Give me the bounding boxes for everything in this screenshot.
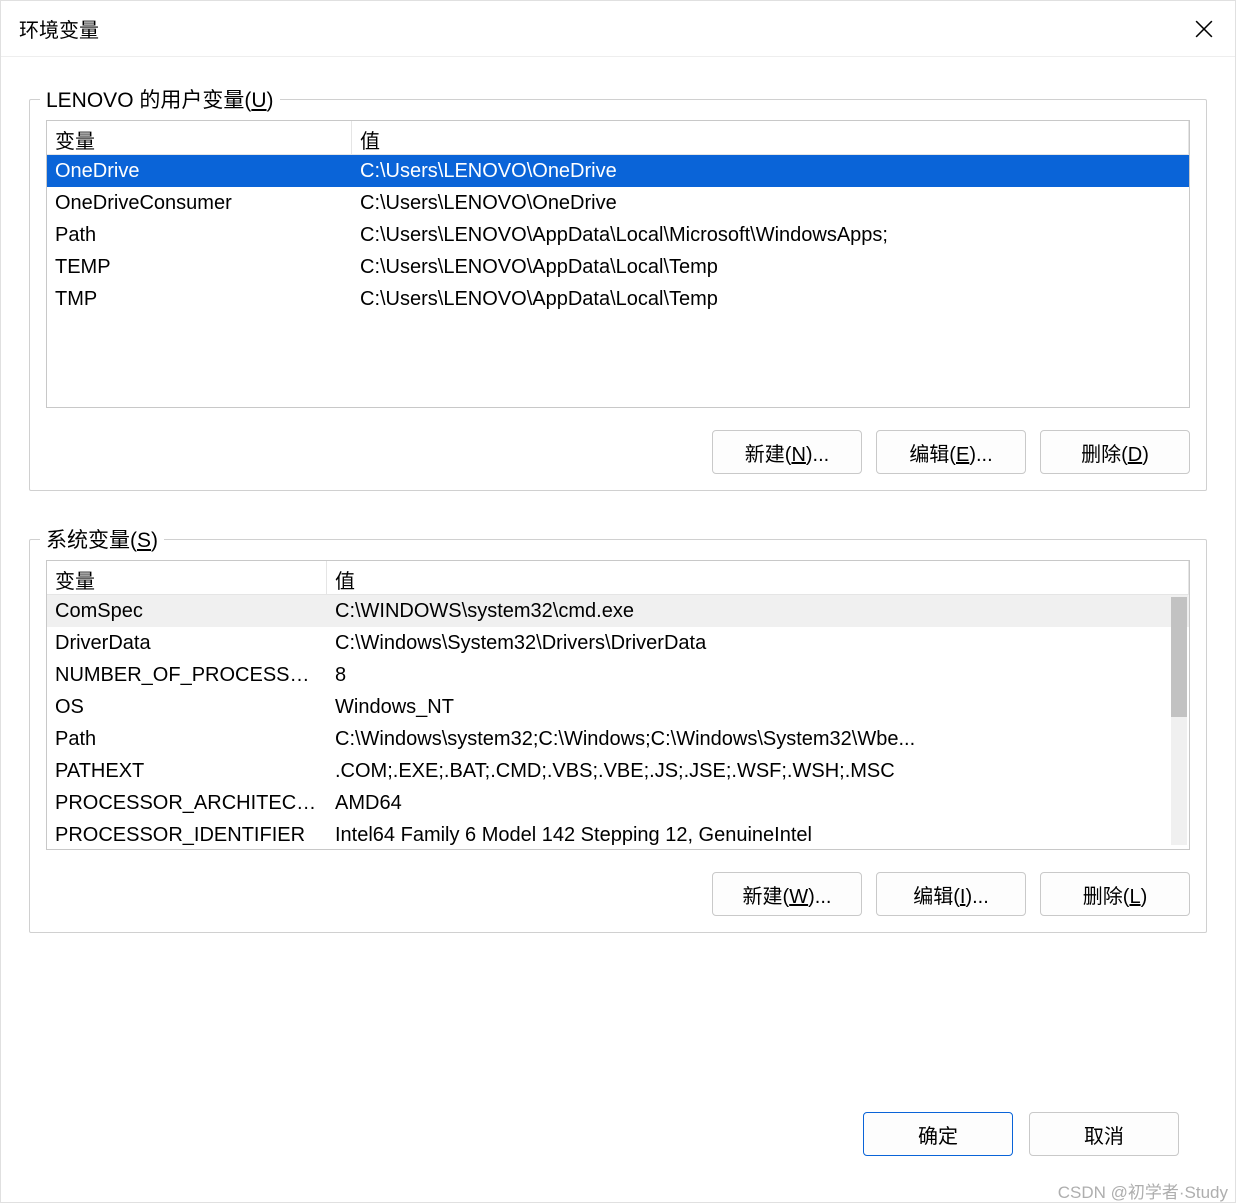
var-name-cell: ComSpec bbox=[47, 598, 327, 625]
table-row[interactable]: OSWindows_NT bbox=[47, 691, 1189, 723]
system-vars-legend: 系统变量(S) bbox=[40, 524, 164, 554]
system-listview-body: ComSpecC:\WINDOWS\system32\cmd.exeDriver… bbox=[47, 595, 1189, 850]
var-value-cell: C:\Windows\system32;C:\Windows;C:\Window… bbox=[327, 726, 1189, 753]
var-value-cell: C:\WINDOWS\system32\cmd.exe bbox=[327, 598, 1189, 625]
table-row[interactable]: OneDriveC:\Users\LENOVO\OneDrive bbox=[47, 155, 1189, 187]
var-value-cell: C:\Users\LENOVO\AppData\Local\Temp bbox=[352, 286, 1189, 313]
cancel-button[interactable]: 取消 bbox=[1029, 1112, 1179, 1156]
var-name-cell: NUMBER_OF_PROCESSORS bbox=[47, 662, 327, 689]
table-row[interactable]: OneDriveConsumerC:\Users\LENOVO\OneDrive bbox=[47, 187, 1189, 219]
table-row[interactable]: DriverDataC:\Windows\System32\Drivers\Dr… bbox=[47, 627, 1189, 659]
system-button-row: 新建(W)... 编辑(I)... 删除(L) bbox=[46, 872, 1190, 916]
user-delete-button[interactable]: 删除(D) bbox=[1040, 430, 1190, 474]
var-value-cell: C:\Users\LENOVO\OneDrive bbox=[352, 190, 1189, 217]
var-name-cell: OS bbox=[47, 694, 327, 721]
var-value-cell: Windows_NT bbox=[327, 694, 1189, 721]
var-name-cell: PATHEXT bbox=[47, 758, 327, 785]
user-col-value[interactable]: 值 bbox=[352, 121, 1189, 154]
user-listview-body: OneDriveC:\Users\LENOVO\OneDriveOneDrive… bbox=[47, 155, 1189, 315]
var-name-cell: PROCESSOR_IDENTIFIER bbox=[47, 822, 327, 849]
system-edit-button[interactable]: 编辑(I)... bbox=[876, 872, 1026, 916]
system-vars-listview[interactable]: 变量 值 ComSpecC:\WINDOWS\system32\cmd.exeD… bbox=[46, 560, 1190, 850]
user-col-variable[interactable]: 变量 bbox=[47, 121, 352, 154]
table-row[interactable]: TMPC:\Users\LENOVO\AppData\Local\Temp bbox=[47, 283, 1189, 315]
var-value-cell: Intel64 Family 6 Model 142 Stepping 12, … bbox=[327, 822, 1189, 849]
env-vars-dialog: 环境变量 LENOVO 的用户变量(U) 变量 值 OneDriveC:\Use… bbox=[0, 0, 1236, 1203]
ok-button[interactable]: 确定 bbox=[863, 1112, 1013, 1156]
var-value-cell: C:\Users\LENOVO\AppData\Local\Microsoft\… bbox=[352, 222, 1189, 249]
table-row[interactable]: NUMBER_OF_PROCESSORS8 bbox=[47, 659, 1189, 691]
var-name-cell: OneDrive bbox=[47, 158, 352, 185]
var-name-cell: TMP bbox=[47, 286, 352, 313]
user-vars-listview[interactable]: 变量 值 OneDriveC:\Users\LENOVO\OneDriveOne… bbox=[46, 120, 1190, 408]
var-value-cell: C:\Windows\System32\Drivers\DriverData bbox=[327, 630, 1189, 657]
var-value-cell: 8 bbox=[327, 662, 1189, 689]
var-name-cell: OneDriveConsumer bbox=[47, 190, 352, 217]
dialog-content: LENOVO 的用户变量(U) 变量 值 OneDriveC:\Users\LE… bbox=[1, 57, 1235, 1202]
var-name-cell: TEMP bbox=[47, 254, 352, 281]
system-col-value[interactable]: 值 bbox=[327, 561, 1189, 594]
user-listview-header: 变量 值 bbox=[47, 121, 1189, 155]
dialog-footer: 确定 取消 bbox=[29, 1084, 1207, 1184]
table-row[interactable]: PROCESSOR_ARCHITECTU...AMD64 bbox=[47, 787, 1189, 819]
user-new-button[interactable]: 新建(N)... bbox=[712, 430, 862, 474]
var-name-cell: Path bbox=[47, 222, 352, 249]
system-new-button[interactable]: 新建(W)... bbox=[712, 872, 862, 916]
system-col-variable[interactable]: 变量 bbox=[47, 561, 327, 594]
close-button[interactable] bbox=[1181, 6, 1227, 52]
system-vars-group: 系统变量(S) 变量 值 ComSpecC:\WINDOWS\system32\… bbox=[29, 539, 1207, 933]
table-row[interactable]: PROCESSOR_IDENTIFIERIntel64 Family 6 Mod… bbox=[47, 819, 1189, 850]
var-value-cell: .COM;.EXE;.BAT;.CMD;.VBS;.VBE;.JS;.JSE;.… bbox=[327, 758, 1189, 785]
var-value-cell: AMD64 bbox=[327, 790, 1189, 817]
system-listview-header: 变量 值 bbox=[47, 561, 1189, 595]
var-value-cell: C:\Users\LENOVO\AppData\Local\Temp bbox=[352, 254, 1189, 281]
close-icon bbox=[1195, 20, 1213, 38]
user-edit-button[interactable]: 编辑(E)... bbox=[876, 430, 1026, 474]
table-row[interactable]: PATHEXT.COM;.EXE;.BAT;.CMD;.VBS;.VBE;.JS… bbox=[47, 755, 1189, 787]
table-row[interactable]: PathC:\Users\LENOVO\AppData\Local\Micros… bbox=[47, 219, 1189, 251]
user-vars-legend: LENOVO 的用户变量(U) bbox=[40, 84, 280, 114]
dialog-title: 环境变量 bbox=[19, 14, 99, 43]
system-scrollbar-thumb[interactable] bbox=[1171, 597, 1187, 717]
var-name-cell: PROCESSOR_ARCHITECTU... bbox=[47, 790, 327, 817]
table-row[interactable]: PathC:\Windows\system32;C:\Windows;C:\Wi… bbox=[47, 723, 1189, 755]
system-delete-button[interactable]: 删除(L) bbox=[1040, 872, 1190, 916]
table-row[interactable]: TEMPC:\Users\LENOVO\AppData\Local\Temp bbox=[47, 251, 1189, 283]
var-value-cell: C:\Users\LENOVO\OneDrive bbox=[352, 158, 1189, 185]
titlebar: 环境变量 bbox=[1, 1, 1235, 57]
user-vars-group: LENOVO 的用户变量(U) 变量 值 OneDriveC:\Users\LE… bbox=[29, 99, 1207, 491]
user-button-row: 新建(N)... 编辑(E)... 删除(D) bbox=[46, 430, 1190, 474]
table-row[interactable]: ComSpecC:\WINDOWS\system32\cmd.exe bbox=[47, 595, 1189, 627]
var-name-cell: Path bbox=[47, 726, 327, 753]
var-name-cell: DriverData bbox=[47, 630, 327, 657]
